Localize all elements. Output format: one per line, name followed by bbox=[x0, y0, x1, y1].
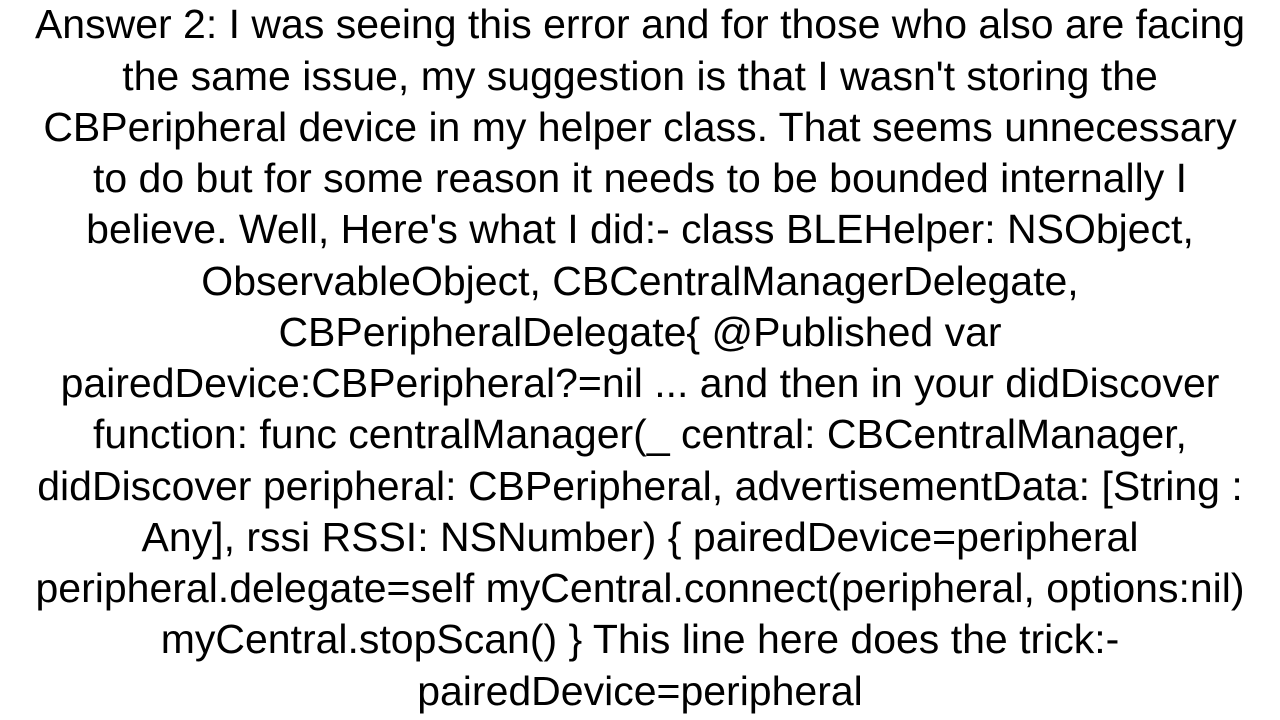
answer-text: Answer 2: I was seeing this error and fo… bbox=[28, 0, 1252, 717]
answer-block: Answer 2: I was seeing this error and fo… bbox=[0, 0, 1280, 720]
